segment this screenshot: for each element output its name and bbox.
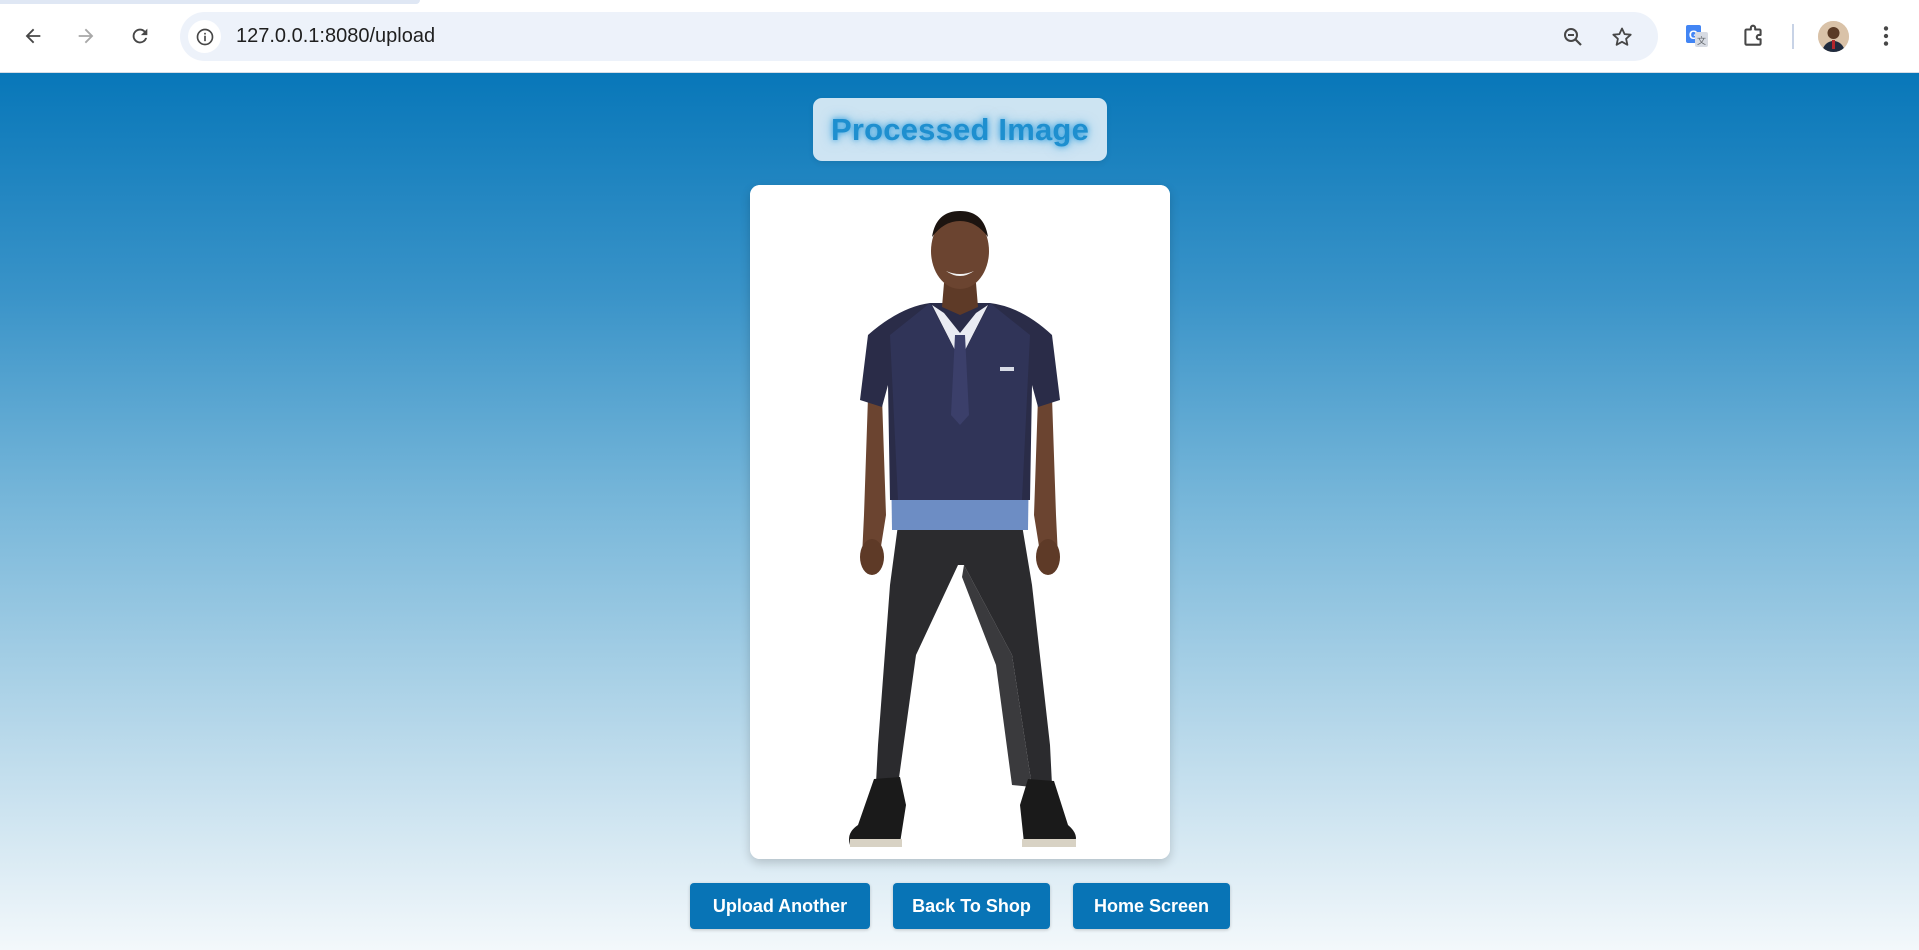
- google-translate-icon: G 文: [1686, 25, 1708, 47]
- zoom-button[interactable]: [1558, 22, 1588, 52]
- page-background: Processed Image Upload Another Back To S…: [0, 73, 1919, 950]
- translate-button[interactable]: G 文: [1679, 18, 1715, 54]
- processed-image-card: [750, 185, 1170, 859]
- profile-photo: [1818, 21, 1849, 52]
- avatar[interactable]: [1818, 21, 1849, 52]
- url-text[interactable]: 127.0.0.1:8080/upload: [236, 25, 435, 48]
- site-info-button[interactable]: [188, 20, 221, 53]
- svg-text:文: 文: [1697, 35, 1706, 47]
- back-button[interactable]: [15, 18, 51, 54]
- title-card: Processed Image: [813, 98, 1107, 161]
- back-to-shop-button[interactable]: Back To Shop: [893, 883, 1050, 929]
- arrow-right-icon: [78, 28, 94, 44]
- browser-menu-button[interactable]: [1868, 18, 1904, 54]
- processed-image: [750, 185, 1170, 859]
- tab-strip: [0, 0, 420, 4]
- arrow-left-icon: [25, 28, 41, 44]
- reload-icon: [132, 28, 148, 44]
- home-screen-button[interactable]: Home Screen: [1073, 883, 1230, 929]
- reload-button[interactable]: [122, 18, 158, 54]
- address-bar[interactable]: 127.0.0.1:8080/upload: [180, 12, 1658, 61]
- puzzle-icon: [1744, 24, 1762, 46]
- bookmark-button[interactable]: [1607, 22, 1637, 52]
- page-title: Processed Image: [830, 111, 1090, 147]
- extensions-button[interactable]: [1735, 18, 1771, 54]
- upload-another-button[interactable]: Upload Another: [690, 883, 870, 929]
- zoom-out-icon: [1564, 28, 1582, 46]
- kebab-menu-icon: [1883, 26, 1889, 46]
- star-icon: [1612, 27, 1632, 46]
- forward-button[interactable]: [68, 18, 104, 54]
- info-icon: [196, 28, 213, 45]
- toolbar-separator: [1792, 24, 1794, 49]
- browser-toolbar: 127.0.0.1:8080/upload G 文: [0, 0, 1919, 73]
